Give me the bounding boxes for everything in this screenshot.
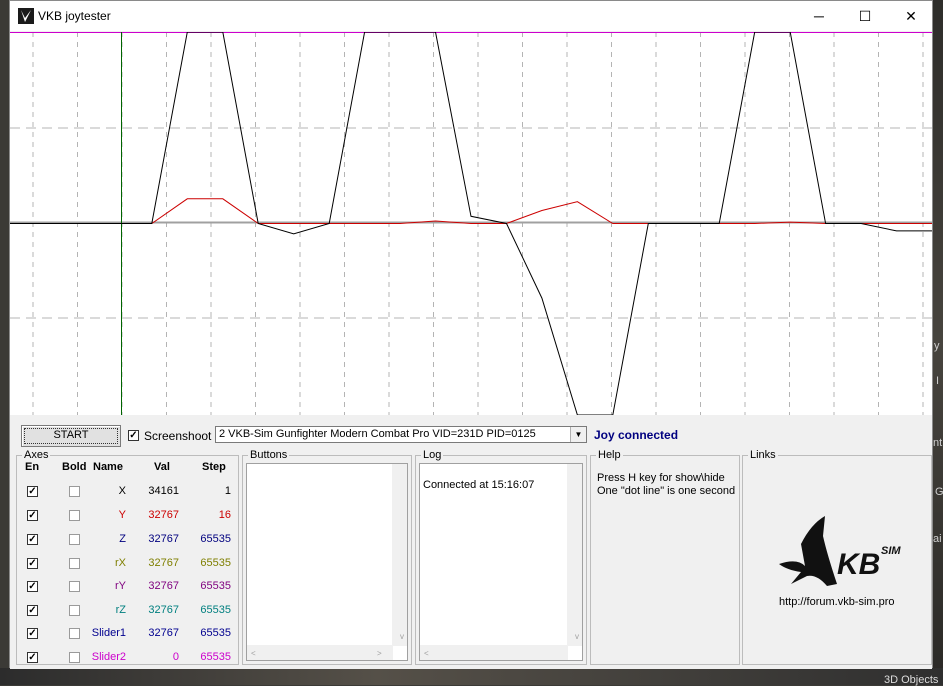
axis-value: 34161 xyxy=(148,485,179,497)
axes-header-val: Val xyxy=(154,461,170,473)
chevron-down-icon[interactable]: v xyxy=(575,632,579,641)
background-text: y xyxy=(934,340,940,352)
links-group-label: Links xyxy=(748,449,778,461)
background-text: nt xyxy=(933,437,943,449)
axis-bold-checkbox[interactable] xyxy=(69,534,80,545)
axis-bold-checkbox[interactable] xyxy=(69,581,80,592)
log-list[interactable]: Connected at 15:16:07 < v xyxy=(419,463,583,661)
control-panel: START ✓ Screenshoot 2 VKB-Sim Gunfighter… xyxy=(10,415,932,669)
axis-value: 32767 xyxy=(148,509,179,521)
axis-bold-checkbox[interactable] xyxy=(69,628,80,639)
axis-value: 32767 xyxy=(148,604,179,616)
device-select-value: 2 VKB-Sim Gunfighter Modern Combat Pro V… xyxy=(219,428,536,440)
axis-enable-checkbox[interactable]: ✓ xyxy=(27,534,38,545)
axis-enable-checkbox[interactable]: ✓ xyxy=(27,486,38,497)
app-window: VKB joytester ─ ☐ ✕ START ✓ Screenshoot … xyxy=(9,0,933,669)
axis-name: X xyxy=(118,485,126,497)
axis-enable-checkbox[interactable]: ✓ xyxy=(27,652,38,663)
axis-enable-checkbox[interactable]: ✓ xyxy=(27,510,38,521)
help-line: One "dot line" is one second xyxy=(597,485,736,497)
connection-status: Joy connected xyxy=(594,428,679,442)
axes-header-step: Step xyxy=(202,461,226,473)
axis-bold-checkbox[interactable] xyxy=(69,558,80,569)
chevron-down-icon[interactable]: ▼ xyxy=(570,427,586,442)
axes-header-en: En xyxy=(25,461,40,473)
axes-header-bold: Bold xyxy=(62,461,87,473)
logo-sup-text: SIM xyxy=(881,545,901,557)
screenshot-checkbox[interactable]: ✓ xyxy=(128,430,139,441)
vkb-logo[interactable]: KB SIM xyxy=(777,514,907,592)
buttons-list-hscroll[interactable] xyxy=(247,645,393,660)
background-text: I xyxy=(936,375,940,387)
axis-name: Slider2 xyxy=(91,651,126,663)
minimize-icon[interactable]: ─ xyxy=(796,1,842,31)
axis-step: 65535 xyxy=(200,580,231,592)
axis-value: 32767 xyxy=(148,533,179,545)
axis-bold-checkbox[interactable] xyxy=(69,605,80,616)
help-line: Press H key for show\hide xyxy=(597,472,725,484)
chevron-right-icon[interactable]: > xyxy=(377,649,382,658)
series-line-y xyxy=(10,198,932,224)
window-title: VKB joytester xyxy=(38,9,111,23)
log-group-label: Log xyxy=(421,449,444,461)
axis-name: rX xyxy=(115,557,126,569)
background-text: G xyxy=(935,486,943,498)
maximize-icon[interactable]: ☐ xyxy=(842,1,888,31)
axis-name: Slider1 xyxy=(91,627,126,639)
chevron-left-icon[interactable]: < xyxy=(424,649,429,658)
axis-value: 0 xyxy=(172,651,179,663)
axis-step: 65535 xyxy=(200,557,231,569)
chevron-left-icon[interactable]: < xyxy=(251,649,256,658)
forum-link[interactable]: http://forum.vkb-sim.pro xyxy=(779,596,895,608)
axis-enable-checkbox[interactable]: ✓ xyxy=(27,558,38,569)
axis-name: rZ xyxy=(115,604,126,616)
axis-step: 65535 xyxy=(200,604,231,616)
axes-header-name: Name xyxy=(93,461,123,473)
axis-bold-checkbox[interactable] xyxy=(69,486,80,497)
axis-value: 32767 xyxy=(148,627,179,639)
title-bar[interactable]: VKB joytester ─ ☐ ✕ xyxy=(10,1,932,31)
axis-enable-checkbox[interactable]: ✓ xyxy=(27,581,38,592)
axis-plot-svg xyxy=(10,31,932,416)
axis-step: 65535 xyxy=(200,627,231,639)
axis-step: 16 xyxy=(218,509,231,521)
axis-step: 65535 xyxy=(200,651,231,663)
background-text: ai xyxy=(933,533,942,545)
device-select[interactable]: 2 VKB-Sim Gunfighter Modern Combat Pro V… xyxy=(215,426,587,443)
axis-enable-checkbox[interactable]: ✓ xyxy=(27,605,38,616)
desktop-taskbar-strip xyxy=(0,668,943,685)
axis-name: Y xyxy=(118,509,126,521)
axis-bold-checkbox[interactable] xyxy=(69,652,80,663)
help-group-label: Help xyxy=(596,449,623,461)
log-list-vscroll[interactable] xyxy=(567,464,582,646)
start-button-label: START xyxy=(53,429,89,441)
log-list-hscroll[interactable] xyxy=(420,645,568,660)
vkb-bird-icon xyxy=(18,8,34,24)
start-button[interactable]: START xyxy=(21,425,121,447)
buttons-group-label: Buttons xyxy=(248,449,290,461)
axes-group-label: Axes xyxy=(22,449,51,461)
chevron-down-icon[interactable]: v xyxy=(400,632,404,641)
axis-enable-checkbox[interactable]: ✓ xyxy=(27,628,38,639)
axis-bold-checkbox[interactable] xyxy=(69,510,80,521)
screenshot-label: Screenshoot xyxy=(144,429,212,443)
taskbar-label: 3D Objects xyxy=(884,674,939,686)
axis-value: 32767 xyxy=(148,580,179,592)
buttons-list-vscroll[interactable] xyxy=(392,464,407,646)
axis-step: 65535 xyxy=(200,533,231,545)
close-icon[interactable]: ✕ xyxy=(888,1,934,31)
axis-plot xyxy=(10,31,932,416)
log-line: Connected at 15:16:07 xyxy=(423,479,535,491)
buttons-list[interactable]: < > v xyxy=(246,463,408,661)
axis-name: Z xyxy=(119,533,126,545)
logo-text: KB xyxy=(837,548,880,581)
axis-name: rY xyxy=(115,580,126,592)
vkb-logo-icon: KB SIM xyxy=(779,516,901,586)
axis-value: 32767 xyxy=(148,557,179,569)
axis-step: 1 xyxy=(224,485,231,497)
